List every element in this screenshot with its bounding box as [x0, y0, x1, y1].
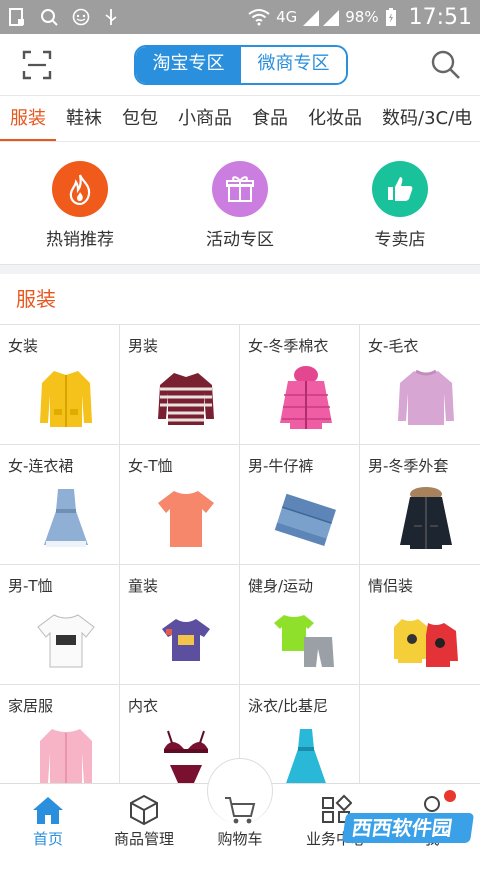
nav-home-label: 首页	[33, 828, 63, 849]
watermark-domain: CR173.COM	[350, 857, 411, 868]
tab-small-goods[interactable]: 小商品	[168, 96, 242, 142]
status-left-icons	[8, 7, 118, 27]
status-bar: 4G 98% 17:51	[0, 0, 480, 34]
usb-icon	[104, 7, 118, 27]
site-watermark: 西西软件园CR173.COM	[342, 813, 474, 843]
search-status-icon	[40, 8, 58, 26]
status-right: 4G 98% 17:51	[248, 5, 472, 30]
home-icon	[31, 792, 65, 828]
feature-events[interactable]: 活动专区	[175, 161, 305, 250]
notification-dot	[444, 790, 456, 802]
grid-item-fitness-sports[interactable]: 健身/运动	[240, 565, 360, 685]
cart-icon	[223, 792, 257, 828]
grid-item-mens-winter-coat[interactable]: 男-冬季外套	[360, 445, 480, 565]
feature-shortcuts: 热销推荐 活动专区 专卖店	[0, 142, 480, 264]
grid-item-label: 泳衣/比基尼	[248, 695, 328, 716]
couple-sweatshirts-icon	[394, 605, 458, 671]
signal-icon	[303, 8, 339, 26]
tab-weishang-zone[interactable]: 微商专区	[241, 47, 346, 83]
tab-taobao-zone[interactable]: 淘宝专区	[136, 47, 241, 83]
nav-product-management[interactable]: 商品管理	[96, 784, 192, 853]
striped-sweater-icon	[154, 365, 218, 431]
grid-item-womens-dress[interactable]: 女-连衣裙	[0, 445, 120, 565]
lilac-sweater-icon	[394, 365, 458, 431]
denim-dress-icon	[34, 485, 98, 551]
gift-icon	[212, 161, 268, 217]
nav-cart[interactable]: 购物车	[192, 784, 288, 853]
grid-item-label: 男装	[128, 335, 158, 356]
grid-item-couple-wear[interactable]: 情侣装	[360, 565, 480, 685]
fire-icon	[52, 161, 108, 217]
grid-item-label: 男-冬季外套	[368, 455, 448, 476]
grid-item-label: 健身/运动	[248, 575, 313, 596]
black-parka-icon	[394, 485, 458, 551]
swimsuit-icon	[274, 725, 338, 791]
grid-item-womens-tshirt[interactable]: 女-T恤	[120, 445, 240, 565]
grid-item-mens[interactable]: 男装	[120, 325, 240, 445]
grid-item-mens-jeans[interactable]: 男-牛仔裤	[240, 445, 360, 565]
nav-home[interactable]: 首页	[0, 784, 96, 853]
battery-percent: 98%	[345, 8, 378, 26]
feature-brand-store-label: 专卖店	[375, 225, 426, 250]
app-header: 淘宝专区 微商专区	[0, 34, 480, 96]
grid-item-womens-winter-coat[interactable]: 女-冬季棉衣	[240, 325, 360, 445]
category-grid: 女装 男装 女-冬季棉衣 女-毛衣 女-连衣裙 女-T恤 男-牛仔裤 男-冬季外…	[0, 324, 480, 805]
clock: 17:51	[409, 5, 472, 30]
grid-item-label: 男-牛仔裤	[248, 455, 313, 476]
feature-events-label: 活动专区	[206, 225, 274, 250]
box-icon	[128, 792, 160, 828]
kids-tshirt-icon	[154, 605, 218, 671]
wifi-icon	[248, 8, 270, 26]
grid-item-label: 女-冬季棉衣	[248, 335, 328, 356]
grid-item-womens[interactable]: 女装	[0, 325, 120, 445]
zone-switcher: 淘宝专区 微商专区	[134, 45, 348, 85]
grid-item-label: 童装	[128, 575, 158, 596]
feature-brand-store[interactable]: 专卖店	[335, 161, 465, 250]
tab-food[interactable]: 食品	[242, 96, 298, 142]
tab-shoes-socks[interactable]: 鞋袜	[56, 96, 112, 142]
grid-item-label: 女-连衣裙	[8, 455, 73, 476]
pink-down-jacket-icon	[274, 365, 338, 431]
search-icon[interactable]	[430, 49, 462, 81]
jeans-icon	[274, 485, 338, 551]
battery-icon	[385, 7, 397, 27]
thumbs-up-icon	[372, 161, 428, 217]
emoji-icon	[72, 8, 90, 26]
nav-cart-label: 购物车	[217, 828, 262, 849]
grid-item-label: 男-T恤	[8, 575, 53, 596]
sportswear-icon	[274, 605, 338, 671]
grid-item-label: 内衣	[128, 695, 158, 716]
feature-hot-sale[interactable]: 热销推荐	[15, 161, 145, 250]
scan-icon[interactable]	[22, 50, 52, 80]
section-divider	[0, 264, 480, 274]
nav-product-management-label: 商品管理	[114, 828, 174, 849]
grid-item-mens-tshirt[interactable]: 男-T恤	[0, 565, 120, 685]
coral-tshirt-icon	[154, 485, 218, 551]
grid-item-label: 女装	[8, 335, 38, 356]
grid-item-label: 女-T恤	[128, 455, 173, 476]
tab-clothing[interactable]: 服装	[0, 96, 56, 142]
section-title: 服装	[0, 274, 480, 324]
pajamas-icon	[34, 725, 98, 791]
clipboard-icon	[8, 7, 26, 27]
feature-hot-sale-label: 热销推荐	[46, 225, 114, 250]
category-tabs: 服装 鞋袜 包包 小商品 食品 化妆品 数码/3C/电	[0, 96, 480, 142]
grid-item-label: 家居服	[8, 695, 53, 716]
grid-item-kidswear[interactable]: 童装	[120, 565, 240, 685]
white-tshirt-icon	[34, 605, 98, 671]
yellow-cardigan-icon	[34, 365, 98, 431]
tab-digital[interactable]: 数码/3C/电	[372, 96, 480, 142]
watermark-brand: 西西软件园	[350, 816, 453, 840]
tab-cosmetics[interactable]: 化妆品	[298, 96, 372, 142]
tab-bags[interactable]: 包包	[112, 96, 168, 142]
grid-item-womens-sweater[interactable]: 女-毛衣	[360, 325, 480, 445]
network-label: 4G	[276, 8, 297, 26]
grid-item-label: 情侣装	[368, 575, 413, 596]
grid-item-label: 女-毛衣	[368, 335, 418, 356]
